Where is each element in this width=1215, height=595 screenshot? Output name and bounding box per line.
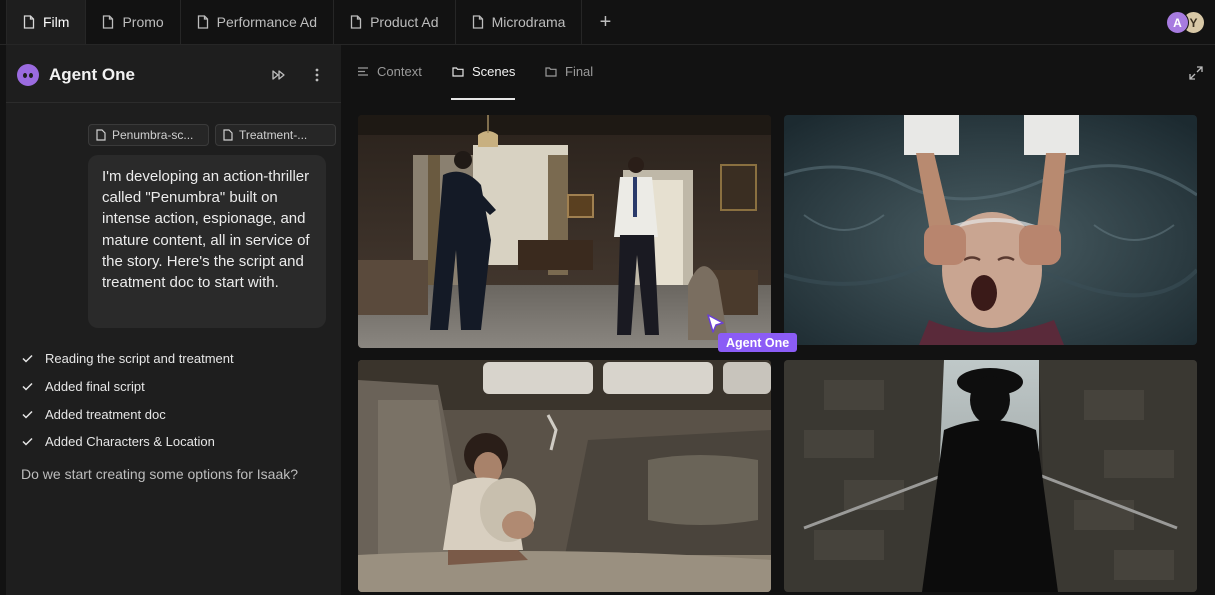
- attachment-chip[interactable]: Treatment-...: [215, 124, 336, 146]
- agent-logo-icon: [17, 64, 39, 86]
- canvas-panel: Context Scenes Final: [341, 45, 1215, 595]
- agent-panel: Agent One Penumbra-sc... Treatment-... I…: [6, 45, 341, 595]
- agent-title: Agent One: [49, 65, 135, 84]
- document-icon: [102, 15, 114, 29]
- document-icon: [223, 129, 233, 141]
- list-item: Added Characters & Location: [22, 428, 234, 456]
- collaborator-avatars: A Y: [1166, 11, 1205, 34]
- tab-label: Performance Ad: [216, 14, 318, 30]
- attachment-label: Penumbra-sc...: [112, 128, 194, 142]
- list-item: Reading the script and treatment: [22, 345, 234, 373]
- tab-context[interactable]: Context: [357, 64, 422, 79]
- agent-cursor-label: Agent One: [718, 333, 798, 352]
- tab-scenes[interactable]: Scenes: [452, 64, 515, 79]
- cursor-pointer-icon: [707, 314, 724, 333]
- list-icon: [358, 67, 368, 76]
- tab-film[interactable]: Film: [6, 0, 87, 44]
- tab-final[interactable]: Final: [545, 64, 593, 79]
- tab-label: Final: [565, 64, 594, 79]
- scene-image-stone-alley[interactable]: [784, 360, 1197, 592]
- step-label: Added treatment doc: [45, 406, 166, 422]
- scene-image-abandoned-bus[interactable]: [358, 360, 771, 592]
- attachment-chip[interactable]: Penumbra-sc...: [88, 124, 209, 146]
- agent-follow-up: Do we start creating some options for Is…: [21, 466, 299, 482]
- tab-label: Product Ad: [370, 14, 439, 30]
- tab-performance-ad[interactable]: Performance Ad: [181, 0, 335, 44]
- add-tab-button[interactable]: +: [582, 0, 628, 44]
- scene-image-underwater[interactable]: [784, 115, 1197, 345]
- folder-icon: [452, 67, 464, 77]
- folder-icon: [545, 67, 557, 77]
- step-label: Reading the script and treatment: [45, 351, 234, 367]
- top-tab-bar: Film Promo Performance Ad Product Ad Mic…: [0, 0, 1215, 45]
- check-icon: [22, 383, 33, 391]
- tab-product-ad[interactable]: Product Ad: [334, 0, 456, 44]
- tab-microdrama[interactable]: Microdrama: [456, 0, 583, 44]
- check-icon: [22, 410, 33, 419]
- document-icon: [472, 15, 484, 29]
- document-icon: [96, 129, 106, 141]
- list-item: Added treatment doc: [22, 400, 234, 428]
- avatar[interactable]: A: [1166, 11, 1189, 34]
- attachment-label: Treatment-...: [239, 128, 308, 142]
- fast-forward-icon[interactable]: [272, 68, 286, 82]
- expand-icon[interactable]: [1189, 66, 1203, 80]
- tab-label: Context: [377, 64, 422, 79]
- attachment-list: Penumbra-sc... Treatment-...: [88, 124, 336, 146]
- tab-label: Scenes: [472, 64, 516, 79]
- step-label: Added final script: [45, 379, 145, 395]
- tab-promo[interactable]: Promo: [86, 0, 181, 44]
- user-message: I'm developing an action-thriller called…: [88, 155, 326, 328]
- canvas-tabs: Context Scenes Final: [341, 45, 1215, 100]
- document-icon: [197, 15, 209, 29]
- check-icon: [22, 355, 33, 363]
- active-tab-indicator: [451, 98, 515, 100]
- document-icon: [23, 15, 35, 29]
- tab-label: Film: [43, 14, 70, 30]
- agent-steps: Reading the script and treatment Added f…: [22, 345, 234, 456]
- document-icon: [350, 15, 362, 29]
- tab-label: Promo: [122, 14, 164, 30]
- check-icon: [22, 438, 33, 446]
- more-options-icon[interactable]: [311, 67, 323, 83]
- step-label: Added Characters & Location: [45, 434, 215, 450]
- agent-header: Agent One: [6, 45, 341, 103]
- tab-label: Microdrama: [491, 14, 566, 30]
- list-item: Added final script: [22, 373, 234, 401]
